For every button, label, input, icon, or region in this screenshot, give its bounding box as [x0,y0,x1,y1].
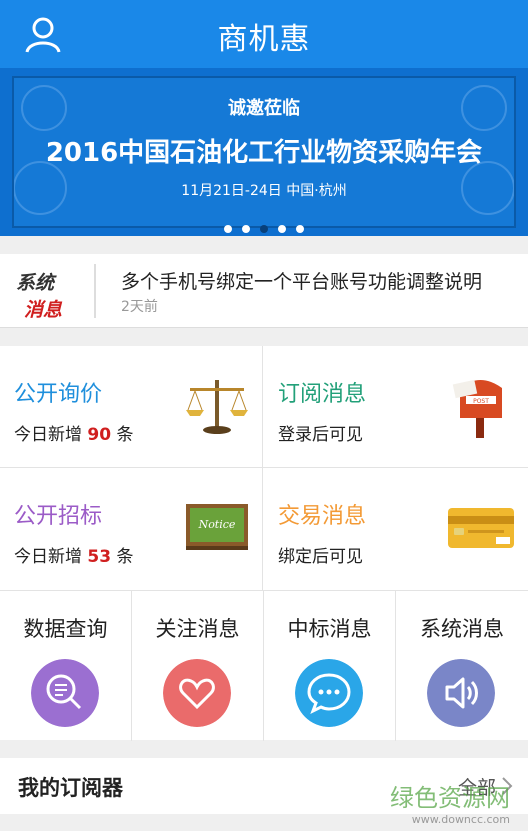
app-title: 商机惠 [217,22,311,57]
tile-subscription[interactable]: 订阅消息 登录后可见 POST [264,346,528,468]
carousel-dot-active[interactable] [260,225,268,233]
tile-title: 订阅消息 [278,382,367,407]
search-list-icon [31,659,99,727]
divider [94,264,96,318]
carousel-dot[interactable] [296,225,304,233]
top-bar: 商机惠 [0,0,528,68]
quick-link-label: 中标消息 [287,617,372,641]
quick-link-award[interactable]: 中标消息 [264,591,396,741]
tile-title: 公开招标 [14,504,103,529]
quick-link-data-query[interactable]: 数据查询 [0,591,132,741]
carousel-dot[interactable] [278,225,286,233]
banner-line-2: 2016中国石油化工行业物资采购年会 [45,138,483,168]
watermark: 绿色资源网 www.downcc.com [390,778,510,826]
quick-link-follow[interactable]: 关注消息 [132,591,264,741]
watermark-title: 绿色资源网 [390,784,510,812]
tile-title: 交易消息 [278,504,367,529]
mailbox-icon: POST [452,379,502,438]
system-notice[interactable]: 系统 消息 多个手机号绑定一个平台账号功能调整说明 2天前 [0,254,528,328]
tile-transaction[interactable]: 交易消息 绑定后可见 [264,468,528,590]
carousel-dot[interactable] [242,225,250,233]
tile-subtitle: 登录后可见 [278,425,363,445]
notice-board-icon: Notice [186,504,248,550]
tile-subtitle: 今日新增 90 条 [14,425,134,445]
tile-subtitle: 今日新增 53 条 [14,547,134,567]
svg-text:Notice: Notice [198,518,236,531]
watermark-url: www.downcc.com [411,813,510,826]
heart-icon [163,659,231,727]
credit-card-icon [448,508,514,548]
tile-title: 公开询价 [14,382,103,407]
speaker-icon [427,659,495,727]
quick-link-label: 系统消息 [420,617,504,641]
quick-link-label: 数据查询 [23,617,108,641]
chat-bubble-icon [295,659,363,727]
quick-link-label: 关注消息 [155,617,240,641]
promo-banner[interactable]: 诚邀莅临 2016中国石油化工行业物资采购年会 11月21日-24日 中国·杭州 [0,68,528,236]
new-count: 90 [87,425,112,445]
new-count: 53 [87,547,112,567]
banner-line-3: 11月21日-24日 中国·杭州 [181,183,347,199]
system-message-logo: 系统 消息 [16,272,63,321]
subscription-title: 我的订阅器 [18,776,123,800]
tile-public-inquiry[interactable]: 公开询价 今日新增 90 条 [0,346,264,468]
notice-time: 2天前 [121,299,158,315]
feature-grid: 公开询价 今日新增 90 条 订阅消息 登录后可见 POST 公开招标 今日新增… [0,346,528,590]
quick-link-system[interactable]: 系统消息 [396,591,528,741]
tile-public-tender[interactable]: 公开招标 今日新增 53 条 Notice [0,468,264,590]
carousel-dots [0,218,528,237]
notice-title[interactable]: 多个手机号绑定一个平台账号功能调整说明 [121,267,482,294]
tile-subtitle: 绑定后可见 [278,547,363,567]
carousel-dot[interactable] [224,225,232,233]
quick-links: 数据查询 关注消息 中标消息 系统消息 [0,590,528,741]
banner-line-1: 诚邀莅临 [228,98,300,119]
scale-icon [186,380,248,434]
svg-text:POST: POST [473,398,489,405]
